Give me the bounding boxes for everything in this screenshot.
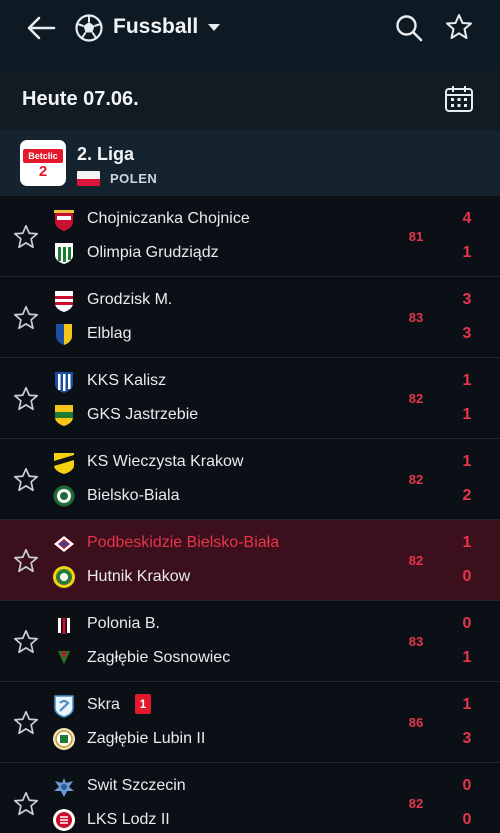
away-score: 1 bbox=[462, 244, 472, 261]
match-row[interactable]: Grodzisk M. Elblag 83 3 3 bbox=[0, 277, 500, 358]
home-score: 1 bbox=[462, 696, 472, 713]
home-team-name: KKS Kalisz bbox=[87, 372, 167, 389]
team-crest-icon bbox=[55, 372, 73, 393]
match-minute: 83 bbox=[408, 634, 424, 649]
team-crest-icon bbox=[53, 728, 75, 750]
team-crest-icon bbox=[55, 291, 73, 312]
home-team-name: KS Wieczysta Krakow bbox=[87, 453, 244, 470]
away-team-name: Zagłębie Sosnowiec bbox=[87, 649, 231, 666]
match-minute: 82 bbox=[408, 796, 424, 811]
home-score: 4 bbox=[462, 210, 472, 227]
league-header[interactable]: Betclic 2 2. Liga POLEN bbox=[0, 130, 500, 196]
team-crest-icon bbox=[55, 243, 73, 264]
back-arrow-icon[interactable] bbox=[24, 14, 60, 42]
team-crest-icon bbox=[53, 485, 75, 507]
away-score: 1 bbox=[462, 406, 472, 423]
match-row[interactable]: Swit Szczecin LKS Lodz II 82 0 0 bbox=[0, 763, 500, 833]
calendar-icon[interactable] bbox=[444, 85, 474, 113]
match-minute: 82 bbox=[408, 391, 424, 406]
home-score: 1 bbox=[462, 372, 472, 389]
league-logo: Betclic 2 bbox=[20, 140, 66, 186]
match-row[interactable]: KKS Kalisz GKS Jastrzebie 82 1 1 bbox=[0, 358, 500, 439]
team-crest-icon bbox=[54, 210, 74, 231]
top-bar: Fussball bbox=[0, 0, 500, 66]
away-team-name: LKS Lodz II bbox=[87, 811, 170, 828]
away-score: 3 bbox=[462, 325, 472, 342]
caret-down-icon[interactable] bbox=[206, 21, 222, 33]
away-score: 0 bbox=[462, 811, 472, 828]
match-row[interactable]: KS Wieczysta Krakow Bielsko-Biala 82 1 2 bbox=[0, 439, 500, 520]
match-minute: 81 bbox=[408, 229, 424, 244]
away-score: 1 bbox=[462, 649, 472, 666]
team-crest-icon bbox=[53, 566, 75, 588]
team-crest-icon bbox=[54, 695, 74, 718]
favorite-star-icon[interactable] bbox=[12, 628, 40, 656]
home-score: 3 bbox=[462, 291, 472, 308]
away-team-name: Olimpia Grudziądz bbox=[87, 244, 219, 261]
team-crest-icon bbox=[54, 649, 74, 669]
away-team-name: Elblag bbox=[87, 325, 132, 342]
match-list: Chojniczanka Chojnice Olimpia Grudziądz … bbox=[0, 196, 500, 833]
favorite-star-icon[interactable] bbox=[12, 709, 40, 737]
away-team-name: Hutnik Krakow bbox=[87, 568, 191, 585]
home-score: 0 bbox=[462, 615, 472, 632]
date-label: Heute 07.06. bbox=[22, 88, 139, 110]
away-score: 2 bbox=[462, 487, 472, 504]
match-minute: 82 bbox=[408, 553, 424, 568]
away-score: 3 bbox=[462, 730, 472, 747]
soccer-ball-icon bbox=[75, 14, 103, 42]
red-card-badge: 1 bbox=[135, 694, 151, 714]
favorite-star-icon[interactable] bbox=[12, 790, 40, 818]
favorite-star-icon[interactable] bbox=[12, 466, 40, 494]
home-team-name: Skra bbox=[87, 696, 120, 713]
league-logo-number: 2 bbox=[38, 163, 48, 180]
home-team-name: Swit Szczecin bbox=[87, 777, 186, 794]
team-crest-icon bbox=[54, 778, 74, 797]
home-score: 0 bbox=[462, 777, 472, 794]
favorite-star-icon[interactable] bbox=[12, 385, 40, 413]
poland-flag-icon bbox=[77, 171, 100, 186]
home-score: 1 bbox=[462, 453, 472, 470]
away-team-name: Zagłębie Lubin II bbox=[87, 730, 206, 747]
favorite-star-icon[interactable] bbox=[12, 223, 40, 251]
home-team-name: Polonia B. bbox=[87, 615, 160, 632]
match-row[interactable]: Polonia B. Zagłębie Sosnowiec 83 0 1 bbox=[0, 601, 500, 682]
league-country: POLEN bbox=[110, 171, 158, 186]
home-score: 1 bbox=[462, 534, 472, 551]
search-icon[interactable] bbox=[394, 13, 424, 43]
team-crest-icon bbox=[53, 809, 75, 831]
favorite-star-icon[interactable] bbox=[12, 304, 40, 332]
favorite-star-icon[interactable] bbox=[12, 547, 40, 575]
home-team-name: Chojniczanka Chojnice bbox=[87, 210, 250, 227]
match-minute: 83 bbox=[408, 310, 424, 325]
star-icon[interactable] bbox=[444, 12, 474, 42]
league-logo-brand: Betclic bbox=[23, 149, 63, 163]
away-team-name: Bielsko-Biala bbox=[87, 487, 180, 504]
away-score: 0 bbox=[462, 568, 472, 585]
team-crest-icon bbox=[55, 615, 73, 636]
team-crest-icon bbox=[55, 405, 73, 426]
date-row: Heute 07.06. bbox=[0, 66, 500, 130]
match-row[interactable]: Skra 1 Zagłębie Lubin II 86 1 3 bbox=[0, 682, 500, 763]
match-row[interactable]: Podbeskidzie Bielsko-Biała Hutnik Krakow… bbox=[0, 520, 500, 601]
match-minute: 82 bbox=[408, 472, 424, 487]
match-row[interactable]: Chojniczanka Chojnice Olimpia Grudziądz … bbox=[0, 196, 500, 277]
match-minute: 86 bbox=[408, 715, 424, 730]
league-name: 2. Liga bbox=[77, 144, 135, 164]
home-team-name: Grodzisk M. bbox=[87, 291, 173, 308]
team-crest-icon bbox=[54, 453, 74, 474]
sport-title[interactable]: Fussball bbox=[113, 15, 198, 39]
team-crest-icon bbox=[54, 536, 74, 552]
team-crest-icon bbox=[56, 324, 72, 345]
home-team-name: Podbeskidzie Bielsko-Biała bbox=[87, 534, 280, 551]
away-team-name: GKS Jastrzebie bbox=[87, 406, 199, 423]
